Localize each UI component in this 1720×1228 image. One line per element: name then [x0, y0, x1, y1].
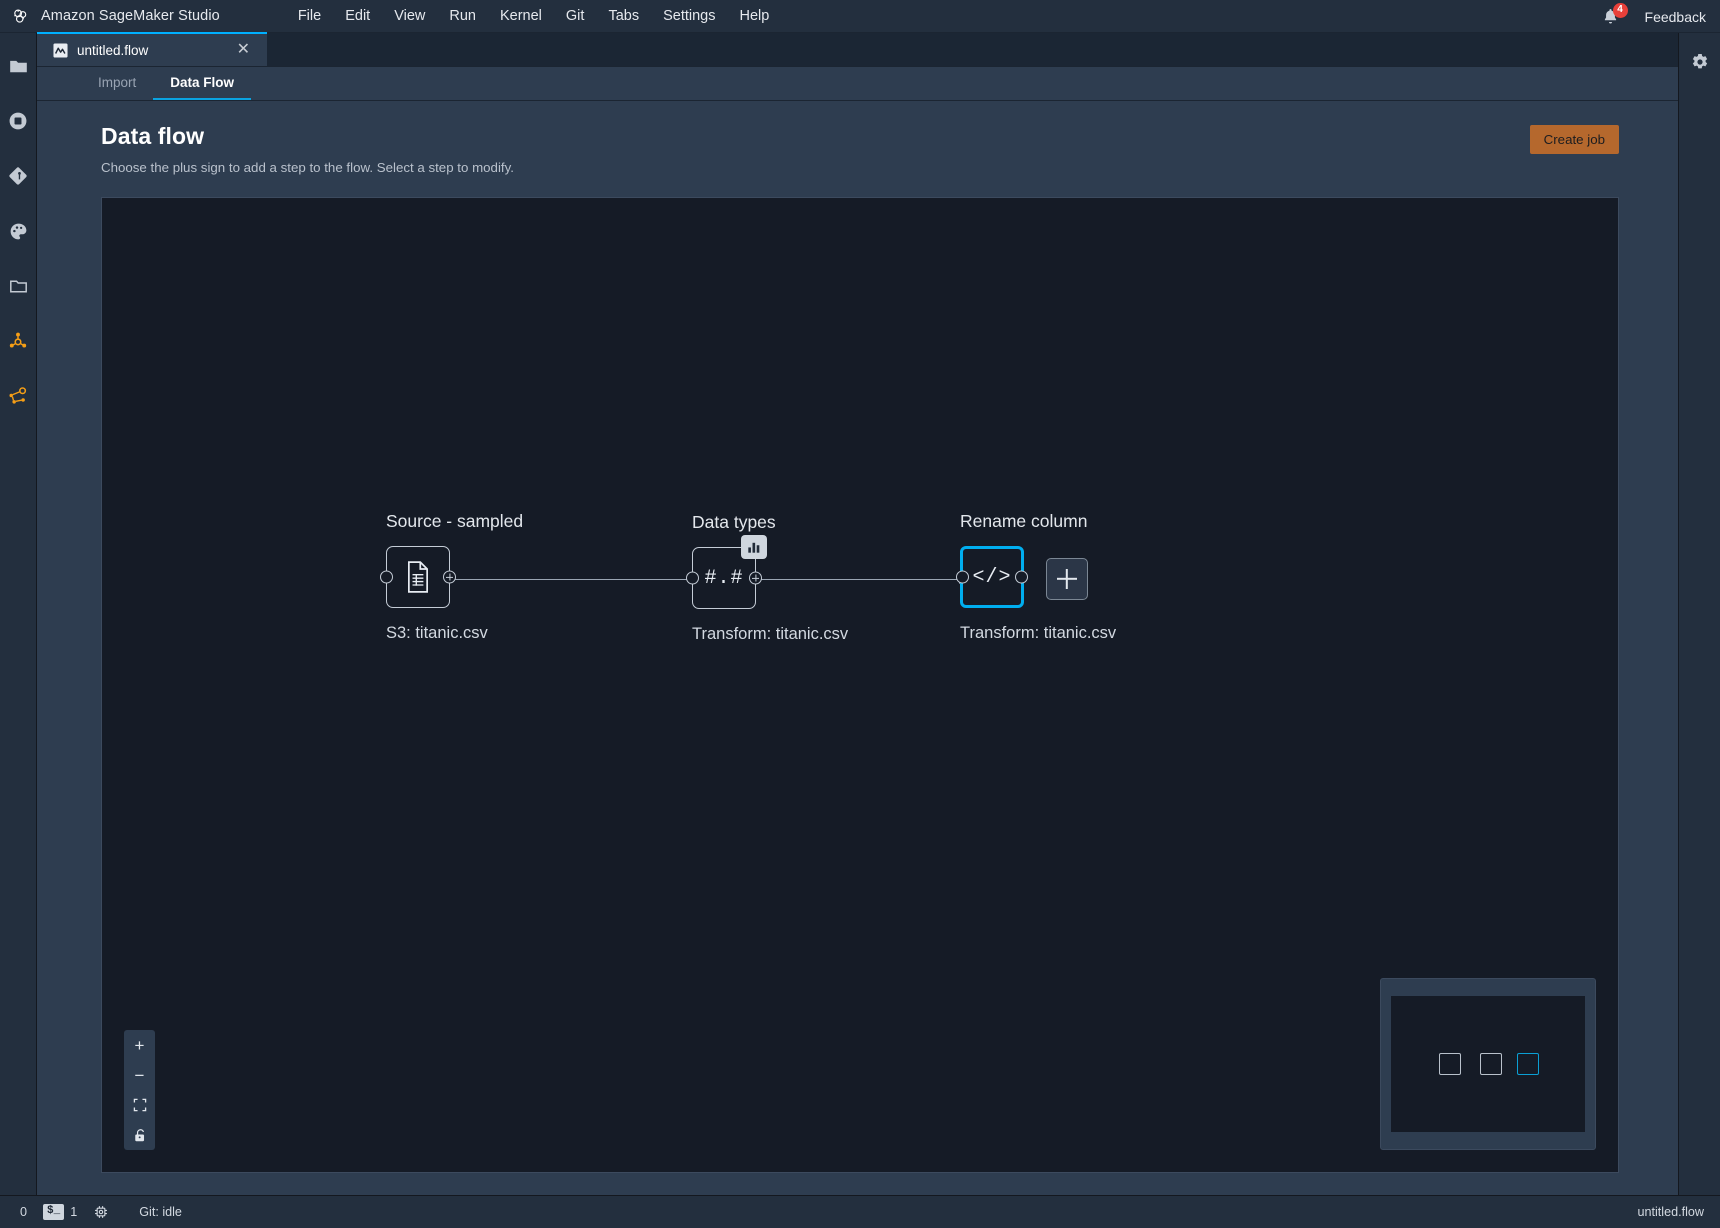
- notification-count-badge: 4: [1613, 3, 1628, 18]
- sidebar-item-experiments[interactable]: [5, 383, 31, 409]
- bar-chart-icon[interactable]: [741, 535, 767, 559]
- menu-view[interactable]: View: [382, 4, 437, 28]
- menu-help[interactable]: Help: [727, 4, 781, 28]
- sidebar-item-open-tabs[interactable]: [5, 273, 31, 299]
- feedback-link[interactable]: Feedback: [1645, 9, 1706, 25]
- fit-to-screen-icon: [133, 1098, 147, 1112]
- git-diamond-icon: [7, 165, 29, 187]
- page-subtitle: Choose the plus sign to add a step to th…: [101, 160, 1678, 175]
- cpu-chip-icon: [93, 1204, 109, 1220]
- sidebar-item-running-terminals[interactable]: [5, 108, 31, 134]
- flow-node-source: Source - sampled S3: titanic.csv: [386, 511, 523, 643]
- sidebar-item-pipelines[interactable]: [5, 328, 31, 354]
- node-subtitle: S3: titanic.csv: [386, 624, 523, 643]
- menu-run[interactable]: Run: [437, 4, 488, 28]
- gear-icon: [1690, 52, 1710, 72]
- canvas-wrapper: Source - sampled S3: titanic.csv: [37, 197, 1678, 1195]
- close-icon[interactable]: ✕: [233, 41, 254, 59]
- node-glyph: #.#: [704, 567, 743, 590]
- node-output-port[interactable]: [1015, 571, 1028, 584]
- kernel-count-status[interactable]: 0: [12, 1200, 35, 1225]
- pipeline-node-icon: [7, 330, 29, 352]
- zoom-out-button[interactable]: −: [124, 1060, 155, 1090]
- menu-settings[interactable]: Settings: [651, 4, 727, 28]
- tab-import[interactable]: Import: [81, 67, 153, 100]
- menu-bar-right: 4 Feedback: [1601, 0, 1706, 33]
- menu-tabs[interactable]: Tabs: [596, 4, 651, 28]
- sub-tab-bar: Import Data Flow: [37, 67, 1678, 101]
- node-box-rename-column[interactable]: </>: [960, 546, 1024, 608]
- add-step-button[interactable]: [1046, 558, 1088, 600]
- node-output-port[interactable]: [749, 572, 762, 585]
- node-box-data-types[interactable]: #.#: [692, 547, 756, 609]
- node-box-source[interactable]: [386, 546, 450, 608]
- fit-to-screen-button[interactable]: [124, 1090, 155, 1120]
- flow-minimap[interactable]: [1380, 978, 1596, 1150]
- menu-git[interactable]: Git: [554, 4, 597, 28]
- sagemaker-brain-logo-icon: [10, 6, 30, 26]
- sidebar-item-extensions[interactable]: [5, 218, 31, 244]
- node-input-port[interactable]: [686, 572, 699, 585]
- create-job-button[interactable]: Create job: [1530, 125, 1619, 154]
- node-title: Source - sampled: [386, 511, 523, 532]
- git-status[interactable]: Git: idle: [131, 1200, 190, 1225]
- plus-icon: [1057, 569, 1077, 589]
- tab-data-flow[interactable]: Data Flow: [153, 67, 251, 100]
- node-title: Rename column: [960, 511, 1116, 532]
- folder-filled-icon: [8, 56, 29, 77]
- main-shell: untitled.flow ✕ Import Data Flow Data fl…: [0, 33, 1720, 1195]
- sidebar-item-file-browser[interactable]: [5, 53, 31, 79]
- flow-node-rename-column: Rename column </> Transform: titanic.csv: [960, 511, 1116, 643]
- menu-kernel[interactable]: Kernel: [488, 4, 554, 28]
- left-sidebar-rail: [0, 33, 37, 1195]
- flow-node-data-types: Data types #.# Transfor: [692, 512, 848, 644]
- zoom-in-button[interactable]: +: [124, 1030, 155, 1060]
- canvas-zoom-toolbar: + −: [124, 1030, 155, 1150]
- resource-usage-status[interactable]: [85, 1200, 117, 1225]
- terminal-count: 1: [70, 1205, 77, 1219]
- right-sidebar-rail: [1678, 33, 1720, 1195]
- minimap-node-selected: [1517, 1053, 1539, 1075]
- flow-canvas[interactable]: Source - sampled S3: titanic.csv: [101, 197, 1619, 1173]
- menu-items: File Edit View Run Kernel Git Tabs Setti…: [286, 4, 781, 28]
- notifications-button[interactable]: 4: [1601, 7, 1621, 27]
- tab-strip: untitled.flow ✕: [37, 33, 1678, 67]
- terminal-status[interactable]: $_ 1: [35, 1200, 85, 1225]
- dataset-document-icon: [404, 561, 432, 593]
- tab-label: untitled.flow: [77, 43, 224, 58]
- palette-icon: [8, 221, 29, 242]
- node-input-port[interactable]: [956, 571, 969, 584]
- minimap-node: [1439, 1053, 1461, 1075]
- node-subtitle: Transform: titanic.csv: [960, 624, 1116, 643]
- node-glyph: </>: [972, 566, 1011, 589]
- node-input-port[interactable]: [380, 571, 393, 584]
- node-title: Data types: [692, 512, 848, 533]
- folder-outline-icon: [8, 276, 29, 297]
- flow-file-icon: [53, 43, 68, 58]
- node-output-port[interactable]: [443, 571, 456, 584]
- menu-bar: Amazon SageMaker Studio File Edit View R…: [0, 0, 1720, 33]
- app-title: Amazon SageMaker Studio: [41, 8, 220, 24]
- page-title: Data flow: [101, 123, 1678, 150]
- status-file-name: untitled.flow: [1637, 1205, 1704, 1219]
- minimap-node: [1480, 1053, 1502, 1075]
- center-panel: untitled.flow ✕ Import Data Flow Data fl…: [37, 33, 1678, 1195]
- unlock-icon: [133, 1128, 147, 1143]
- minimap-viewport: [1391, 996, 1585, 1132]
- status-bar: 0 $_ 1 Git: idle untitled.flow: [0, 1195, 1720, 1228]
- tab-untitled-flow[interactable]: untitled.flow ✕: [37, 32, 267, 66]
- page-header: Data flow Choose the plus sign to add a …: [37, 101, 1678, 197]
- menu-file[interactable]: File: [286, 4, 333, 28]
- sidebar-item-git[interactable]: [5, 163, 31, 189]
- running-terminals-icon: [7, 110, 29, 132]
- node-subtitle: Transform: titanic.csv: [692, 625, 848, 644]
- terminal-icon: $_: [43, 1204, 64, 1220]
- settings-panel-button[interactable]: [1687, 49, 1713, 75]
- experiments-graph-icon: [7, 385, 29, 407]
- lock-canvas-button[interactable]: [124, 1120, 155, 1150]
- menu-edit[interactable]: Edit: [333, 4, 382, 28]
